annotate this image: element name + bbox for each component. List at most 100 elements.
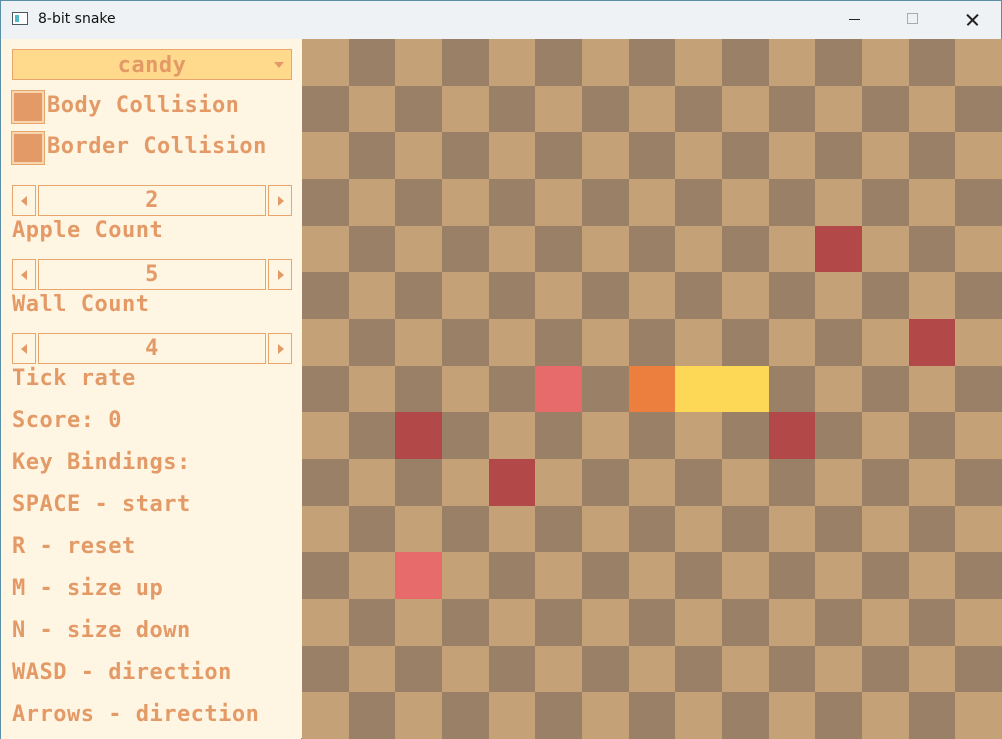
- board-cell: [955, 272, 1002, 319]
- board-cell: [629, 646, 675, 692]
- board-cell: [862, 552, 909, 599]
- board-cell: [302, 39, 349, 86]
- board-cell: [489, 366, 535, 412]
- board-cell: [442, 319, 489, 366]
- board-cell: [302, 226, 349, 272]
- apple-count-decrement-button[interactable]: [12, 185, 36, 216]
- board-cell: [769, 599, 815, 646]
- board-cell: [535, 506, 582, 552]
- board-cell: [489, 506, 535, 552]
- board-cell: [302, 506, 349, 552]
- board-cell: [862, 179, 909, 226]
- board-cell: [909, 646, 955, 692]
- board-cell: [442, 226, 489, 272]
- wall-count-field[interactable]: 5: [38, 259, 266, 290]
- maximize-button[interactable]: [884, 1, 942, 39]
- board-cell: [535, 272, 582, 319]
- key-binding-item: WASD - direction: [12, 660, 232, 685]
- board-cell: [909, 459, 955, 506]
- apple-count-increment-button[interactable]: [268, 185, 292, 216]
- board-cell: [349, 39, 395, 86]
- key-binding-item: R - reset: [12, 534, 136, 559]
- board-cell: [862, 459, 909, 506]
- board-cell: [722, 179, 769, 226]
- board-cell: [815, 366, 862, 412]
- board-cell: [535, 692, 582, 739]
- board-cell: [582, 39, 629, 86]
- board-cell: [582, 272, 629, 319]
- board-cell: [349, 599, 395, 646]
- tick-rate-decrement-button[interactable]: [12, 333, 36, 364]
- board-cell: [395, 319, 442, 366]
- board-cell: [395, 86, 442, 132]
- theme-dropdown[interactable]: candy: [12, 49, 292, 80]
- board-cell: [629, 132, 675, 179]
- board-cell: [955, 646, 1002, 692]
- app-icon: [12, 12, 28, 25]
- close-button[interactable]: [942, 1, 1000, 39]
- board-cell: [395, 132, 442, 179]
- board-cell: [349, 132, 395, 179]
- border-collision-toggle[interactable]: Border Collision: [11, 131, 272, 166]
- board-cell: [302, 272, 349, 319]
- tick-rate-increment-button[interactable]: [268, 333, 292, 364]
- board-cell: [815, 412, 862, 459]
- board-cell: [629, 459, 675, 506]
- board-cell: [955, 86, 1002, 132]
- board-cell: [395, 179, 442, 226]
- board-cell: [675, 459, 722, 506]
- board-cell: [955, 552, 1002, 599]
- board-cell: [769, 226, 815, 272]
- board-cell: [722, 459, 769, 506]
- tick-rate-field[interactable]: 4: [38, 333, 266, 364]
- board-cell: [535, 226, 582, 272]
- body-collision-checkbox[interactable]: [11, 90, 45, 124]
- wall-cell: [815, 226, 862, 272]
- apple-count-field[interactable]: 2: [38, 185, 266, 216]
- board-cell: [349, 506, 395, 552]
- board-cell: [489, 39, 535, 86]
- board-cell: [955, 319, 1002, 366]
- board-cell: [582, 319, 629, 366]
- board-cell: [675, 646, 722, 692]
- board-cell: [349, 272, 395, 319]
- board-cell: [909, 692, 955, 739]
- board-cell: [629, 86, 675, 132]
- score-label: Score: 0: [12, 408, 122, 433]
- board-cell: [302, 366, 349, 412]
- apple-count-spinner: 2: [12, 185, 292, 216]
- board-cell: [675, 86, 722, 132]
- board-cell: [442, 552, 489, 599]
- board-cell: [629, 412, 675, 459]
- board-cell: [769, 39, 815, 86]
- tick-rate-label: Tick rate: [12, 366, 136, 391]
- board-cell: [629, 599, 675, 646]
- wall-count-label: Wall Count: [12, 292, 150, 317]
- border-collision-checkbox[interactable]: [11, 131, 45, 165]
- border-collision-label: Border Collision: [47, 134, 267, 159]
- wall-count-decrement-button[interactable]: [12, 259, 36, 290]
- wall-count-increment-button[interactable]: [268, 259, 292, 290]
- body-collision-toggle[interactable]: Body Collision: [11, 90, 252, 125]
- board-cell: [582, 692, 629, 739]
- apple-cell: [535, 366, 582, 412]
- board-cell: [675, 179, 722, 226]
- board-cell: [349, 366, 395, 412]
- board-cell: [722, 86, 769, 132]
- board-cell: [722, 226, 769, 272]
- key-binding-item: SPACE - start: [12, 492, 191, 517]
- board-cell: [675, 552, 722, 599]
- game-board[interactable]: [302, 39, 1002, 739]
- board-cell: [349, 226, 395, 272]
- board-cell: [302, 646, 349, 692]
- board-cell: [535, 39, 582, 86]
- minimize-button[interactable]: [826, 1, 884, 39]
- board-cell: [582, 459, 629, 506]
- board-cell: [442, 86, 489, 132]
- board-cell: [442, 646, 489, 692]
- board-cell: [862, 319, 909, 366]
- board-cell: [722, 506, 769, 552]
- board-cell: [862, 646, 909, 692]
- board-cell: [675, 599, 722, 646]
- chevron-down-icon: [274, 62, 284, 68]
